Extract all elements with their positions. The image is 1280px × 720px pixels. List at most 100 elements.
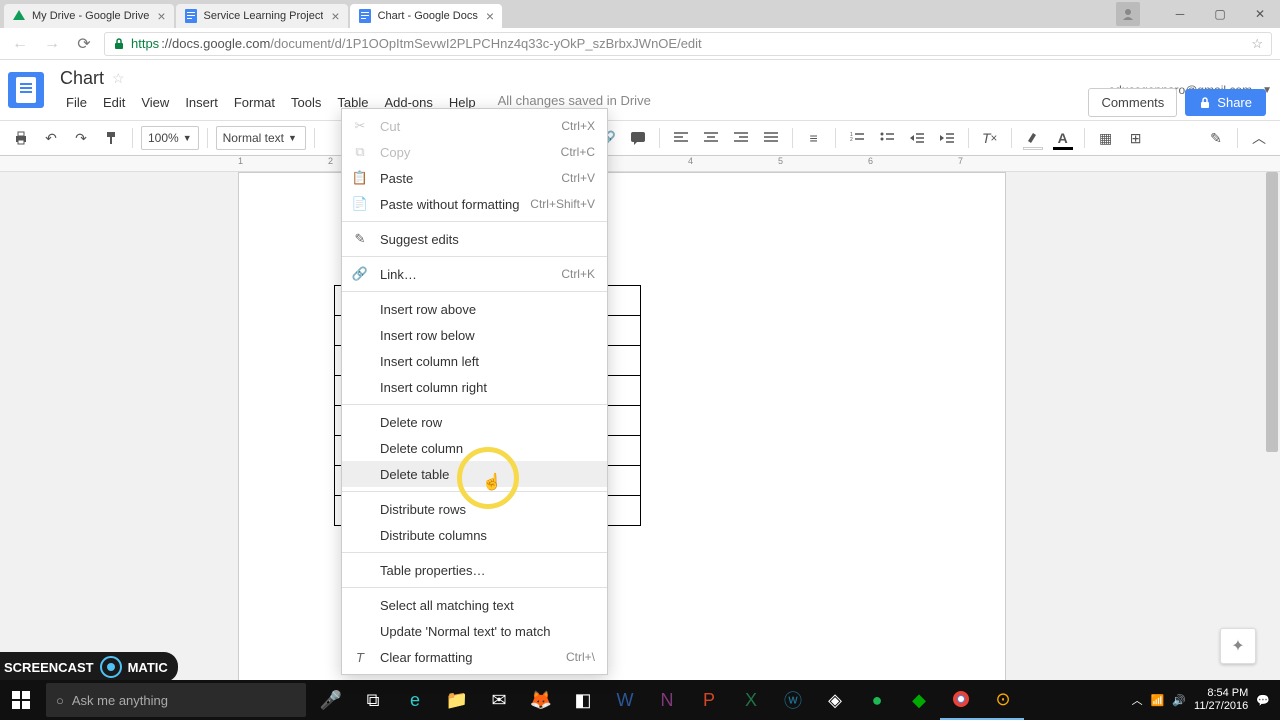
start-button[interactable] xyxy=(0,680,42,720)
align-center-icon[interactable] xyxy=(698,125,724,151)
menu-edit[interactable]: Edit xyxy=(97,93,131,112)
undo-icon[interactable]: ↶ xyxy=(38,125,64,151)
comments-button[interactable]: Comments xyxy=(1088,88,1177,117)
edge-icon[interactable]: e xyxy=(394,680,436,720)
onenote-icon[interactable]: N xyxy=(646,680,688,720)
share-button[interactable]: Share xyxy=(1185,89,1266,116)
print-icon[interactable] xyxy=(8,125,34,151)
recorder-icon[interactable]: ⊙ xyxy=(982,680,1024,720)
wordpress-icon[interactable]: ⓦ xyxy=(772,680,814,720)
align-justify-icon[interactable] xyxy=(758,125,784,151)
ctx-select-matching[interactable]: Select all matching text xyxy=(342,592,607,618)
numbered-list-icon[interactable]: 12 xyxy=(844,125,870,151)
menu-insert[interactable]: Insert xyxy=(179,93,224,112)
tray-chevron-icon[interactable]: ︿ xyxy=(1132,692,1143,708)
ctx-cut[interactable]: ✂CutCtrl+X xyxy=(342,113,607,139)
clear-formatting-icon[interactable]: T× xyxy=(977,125,1003,151)
text-color-icon[interactable]: A xyxy=(1050,125,1076,151)
explore-button[interactable]: ✦ xyxy=(1220,628,1256,664)
system-tray[interactable]: ︿ 📶 🔊 8:54 PM 11/27/2016 💬 xyxy=(1132,687,1280,713)
spotify-icon[interactable]: ● xyxy=(856,680,898,720)
document-canvas[interactable]: aph/Page #Analysis/Notes xyxy=(0,172,1280,720)
ctx-update-normal[interactable]: Update 'Normal text' to match xyxy=(342,618,607,644)
ctx-delete-table[interactable]: Delete table xyxy=(342,461,607,487)
ctx-insert-row-above[interactable]: Insert row above xyxy=(342,296,607,322)
ctx-paste-without-formatting[interactable]: 📄Paste without formattingCtrl+Shift+V xyxy=(342,191,607,217)
back-button[interactable]: ← xyxy=(8,32,32,56)
word-icon[interactable]: W xyxy=(604,680,646,720)
scrollbar-thumb[interactable] xyxy=(1266,172,1278,452)
document-title[interactable]: Chart xyxy=(60,68,104,89)
app-icon[interactable]: ◈ xyxy=(814,680,856,720)
app-icon[interactable]: ◆ xyxy=(898,680,940,720)
tab-close-icon[interactable]: × xyxy=(157,8,165,24)
editing-mode-icon[interactable]: ✎ xyxy=(1203,125,1229,151)
merge-cells-icon[interactable]: ⊞ xyxy=(1123,125,1149,151)
increase-indent-icon[interactable] xyxy=(934,125,960,151)
minimize-button[interactable]: ─ xyxy=(1160,0,1200,28)
tab-label: My Drive - Google Drive xyxy=(32,10,149,22)
redo-icon[interactable]: ↷ xyxy=(68,125,94,151)
copy-icon: ⧉ xyxy=(352,144,368,160)
ctx-distribute-rows[interactable]: Distribute rows xyxy=(342,496,607,522)
highlight-color-icon[interactable] xyxy=(1020,125,1046,151)
mic-icon[interactable]: 🎤 xyxy=(310,680,352,720)
ctx-insert-column-right[interactable]: Insert column right xyxy=(342,374,607,400)
ctx-paste[interactable]: 📋PasteCtrl+V xyxy=(342,165,607,191)
paint-format-icon[interactable] xyxy=(98,125,124,151)
browser-tab-active[interactable]: Chart - Google Docs × xyxy=(350,4,502,28)
file-explorer-icon[interactable]: 📁 xyxy=(436,680,478,720)
volume-icon[interactable]: 🔊 xyxy=(1172,694,1186,707)
ctx-distribute-columns[interactable]: Distribute columns xyxy=(342,522,607,548)
ctx-delete-column[interactable]: Delete column xyxy=(342,435,607,461)
notifications-icon[interactable]: 💬 xyxy=(1256,694,1270,707)
reload-button[interactable]: ⟳ xyxy=(72,32,96,56)
ruler[interactable]: 1 2 4 5 6 7 xyxy=(0,156,1280,172)
ctx-clear-formatting[interactable]: TClear formattingCtrl+\ xyxy=(342,644,607,670)
excel-icon[interactable]: X xyxy=(730,680,772,720)
firefox-icon[interactable]: 🦊 xyxy=(520,680,562,720)
decrease-indent-icon[interactable] xyxy=(904,125,930,151)
ctx-link[interactable]: 🔗Link…Ctrl+K xyxy=(342,261,607,287)
menu-tools[interactable]: Tools xyxy=(285,93,327,112)
maximize-button[interactable]: ▢ xyxy=(1200,0,1240,28)
google-docs-logo[interactable] xyxy=(8,72,44,108)
powerpoint-icon[interactable]: P xyxy=(688,680,730,720)
ctx-insert-column-left[interactable]: Insert column left xyxy=(342,348,607,374)
chrome-icon[interactable] xyxy=(940,680,982,720)
wifi-icon[interactable]: 📶 xyxy=(1151,694,1165,707)
close-button[interactable]: ✕ xyxy=(1240,0,1280,28)
forward-button[interactable]: → xyxy=(40,32,64,56)
ctx-table-properties[interactable]: Table properties… xyxy=(342,557,607,583)
ctx-delete-row[interactable]: Delete row xyxy=(342,409,607,435)
clock[interactable]: 8:54 PM 11/27/2016 xyxy=(1194,687,1248,713)
zoom-select[interactable]: 100%▼ xyxy=(141,126,199,150)
menu-file[interactable]: File xyxy=(60,93,93,112)
browser-tab[interactable]: Service Learning Project × xyxy=(176,4,348,28)
cortana-search[interactable]: ○ Ask me anything xyxy=(46,683,306,717)
tab-close-icon[interactable]: × xyxy=(331,8,339,24)
menu-format[interactable]: Format xyxy=(228,93,281,112)
border-icon[interactable]: ▦ xyxy=(1093,125,1119,151)
paragraph-style-select[interactable]: Normal text▼ xyxy=(216,126,306,150)
ctx-insert-row-below[interactable]: Insert row below xyxy=(342,322,607,348)
star-document-icon[interactable]: ☆ xyxy=(112,70,125,87)
comment-icon[interactable] xyxy=(625,125,651,151)
ctx-copy[interactable]: ⧉CopyCtrl+C xyxy=(342,139,607,165)
collapse-toolbar-icon[interactable]: ︿ xyxy=(1246,125,1272,151)
browser-tab[interactable]: My Drive - Google Drive × xyxy=(4,4,174,28)
tab-close-icon[interactable]: × xyxy=(486,8,494,24)
ctx-suggest-edits[interactable]: ✎Suggest edits xyxy=(342,226,607,252)
line-spacing-icon[interactable]: ≡ xyxy=(801,125,827,151)
vertical-scrollbar[interactable] xyxy=(1264,172,1280,680)
app-icon[interactable]: ◧ xyxy=(562,680,604,720)
mail-icon[interactable]: ✉ xyxy=(478,680,520,720)
bulleted-list-icon[interactable] xyxy=(874,125,900,151)
align-left-icon[interactable] xyxy=(668,125,694,151)
menu-view[interactable]: View xyxy=(135,93,175,112)
chrome-profile-icon[interactable] xyxy=(1116,2,1140,26)
bookmark-star-icon[interactable]: ☆ xyxy=(1251,36,1263,52)
task-view-icon[interactable]: ⧉ xyxy=(352,680,394,720)
url-field[interactable]: https ://docs.google.com /document/d/1P1… xyxy=(104,32,1272,56)
align-right-icon[interactable] xyxy=(728,125,754,151)
